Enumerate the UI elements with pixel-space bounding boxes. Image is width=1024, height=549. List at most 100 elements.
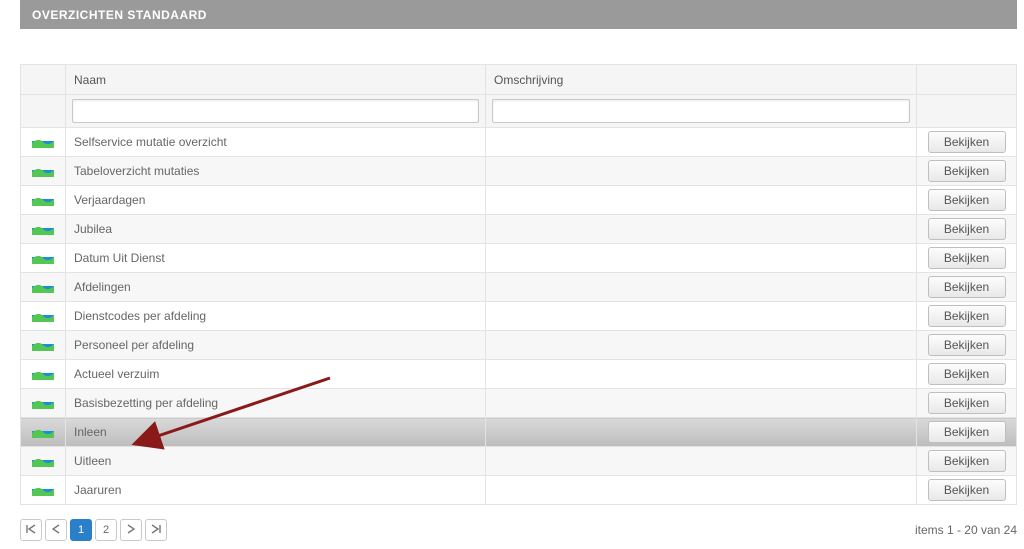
view-button[interactable]: Bekijken [928, 247, 1006, 269]
row-name: Jaaruren [66, 476, 486, 505]
row-desc [486, 128, 917, 157]
row-icon-cell [21, 157, 66, 186]
view-button[interactable]: Bekijken [928, 392, 1006, 414]
row-desc [486, 186, 917, 215]
view-button[interactable]: Bekijken [928, 450, 1006, 472]
row-desc [486, 476, 917, 505]
report-icon [32, 337, 54, 354]
view-button[interactable]: Bekijken [928, 160, 1006, 182]
row-desc [486, 447, 917, 476]
table-row[interactable]: Datum Uit Dienst Bekijken [21, 244, 1017, 273]
row-icon-cell [21, 331, 66, 360]
col-name-header[interactable]: Naam [66, 65, 486, 95]
pager-page-button[interactable]: 2 [95, 519, 117, 541]
pager-first-button[interactable] [20, 519, 42, 541]
row-desc [486, 418, 917, 447]
row-desc [486, 215, 917, 244]
filter-desc-input[interactable] [492, 99, 910, 123]
row-icon-cell [21, 302, 66, 331]
row-desc [486, 331, 917, 360]
filter-name-input[interactable] [72, 99, 479, 123]
pager-status: items 1 - 20 van 24 [915, 523, 1017, 537]
first-icon [26, 524, 36, 537]
report-icon [32, 134, 54, 151]
report-icon [32, 395, 54, 412]
row-name: Jubilea [66, 215, 486, 244]
view-button[interactable]: Bekijken [928, 131, 1006, 153]
table-row[interactable]: Jubilea Bekijken [21, 215, 1017, 244]
col-desc-header[interactable]: Omschrijving [486, 65, 917, 95]
view-button[interactable]: Bekijken [928, 305, 1006, 327]
row-icon-cell [21, 476, 66, 505]
row-desc [486, 302, 917, 331]
row-name: Dienstcodes per afdeling [66, 302, 486, 331]
pager: 12 [20, 519, 167, 541]
table-row[interactable]: Tabeloverzicht mutaties Bekijken [21, 157, 1017, 186]
pager-next-button[interactable] [120, 519, 142, 541]
row-desc [486, 244, 917, 273]
view-button[interactable]: Bekijken [928, 334, 1006, 356]
col-action-header [917, 65, 1017, 95]
row-name: Selfservice mutatie overzicht [66, 128, 486, 157]
report-icon [32, 308, 54, 325]
row-icon-cell [21, 186, 66, 215]
table-row[interactable]: Actueel verzuim Bekijken [21, 360, 1017, 389]
report-icon [32, 250, 54, 267]
table-row[interactable]: Basisbezetting per afdeling Bekijken [21, 389, 1017, 418]
col-icon-header [21, 65, 66, 95]
page-title-text: OVERZICHTEN STANDAARD [32, 8, 207, 22]
table-row[interactable]: Personeel per afdelingBekijken [21, 331, 1017, 360]
pager-prev-button[interactable] [45, 519, 67, 541]
table-row[interactable]: Verjaardagen Bekijken [21, 186, 1017, 215]
row-icon-cell [21, 360, 66, 389]
table-row[interactable]: Uitleen Bekijken [21, 447, 1017, 476]
report-icon [32, 424, 54, 441]
report-icon [32, 192, 54, 209]
table-row[interactable]: Dienstcodes per afdeling Bekijken [21, 302, 1017, 331]
report-icon [32, 453, 54, 470]
next-icon [127, 524, 135, 537]
row-desc [486, 389, 917, 418]
view-button[interactable]: Bekijken [928, 479, 1006, 501]
row-desc [486, 157, 917, 186]
row-desc [486, 360, 917, 389]
row-name: Actueel verzuim [66, 360, 486, 389]
pager-last-button[interactable] [145, 519, 167, 541]
last-icon [151, 524, 161, 537]
row-name: Basisbezetting per afdeling [66, 389, 486, 418]
row-name: Inleen [66, 418, 486, 447]
col-desc-label: Omschrijving [494, 73, 563, 87]
table-row[interactable]: Jaaruren Bekijken [21, 476, 1017, 505]
prev-icon [52, 524, 60, 537]
view-button[interactable]: Bekijken [928, 421, 1006, 443]
report-icon [32, 482, 54, 499]
row-icon-cell [21, 273, 66, 302]
row-name: Verjaardagen [66, 186, 486, 215]
row-desc [486, 273, 917, 302]
row-name: Datum Uit Dienst [66, 244, 486, 273]
col-name-label: Naam [74, 73, 106, 87]
table-row[interactable]: Inleen Bekijken [21, 418, 1017, 447]
view-button[interactable]: Bekijken [928, 189, 1006, 211]
row-icon-cell [21, 447, 66, 476]
row-icon-cell [21, 418, 66, 447]
overview-grid: Naam Omschrijving Selfservice mutatie ov… [20, 64, 1017, 505]
row-name: Afdelingen [66, 273, 486, 302]
report-icon [32, 279, 54, 296]
view-button[interactable]: Bekijken [928, 363, 1006, 385]
page-title: OVERZICHTEN STANDAARD [20, 0, 1017, 29]
row-icon-cell [21, 389, 66, 418]
report-icon [32, 366, 54, 383]
row-name: Tabeloverzicht mutaties [66, 157, 486, 186]
table-row[interactable]: Selfservice mutatie overzicht Bekijken [21, 128, 1017, 157]
view-button[interactable]: Bekijken [928, 218, 1006, 240]
pager-page-button[interactable]: 1 [70, 519, 92, 541]
report-icon [32, 163, 54, 180]
view-button[interactable]: Bekijken [928, 276, 1006, 298]
row-icon-cell [21, 244, 66, 273]
row-icon-cell [21, 128, 66, 157]
table-row[interactable]: Afdelingen Bekijken [21, 273, 1017, 302]
row-name: Uitleen [66, 447, 486, 476]
report-icon [32, 221, 54, 238]
row-icon-cell [21, 215, 66, 244]
